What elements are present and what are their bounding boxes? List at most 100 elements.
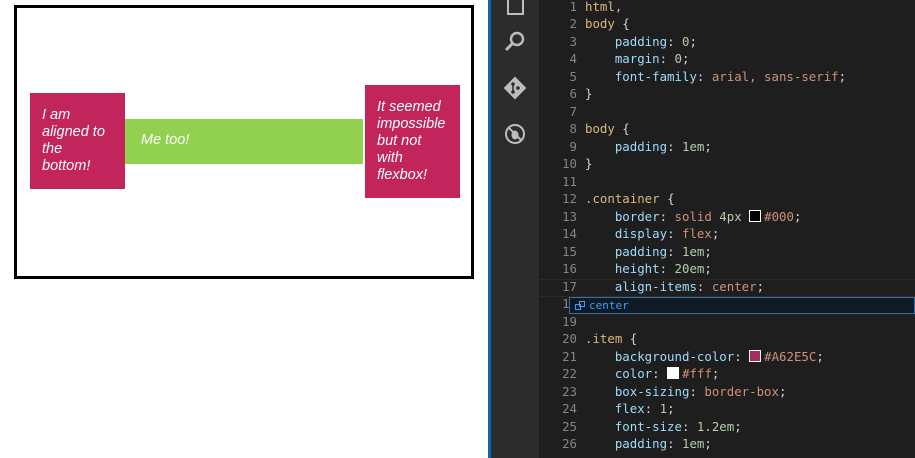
code-token: .item	[585, 331, 623, 346]
code-line[interactable]: 1 html,	[539, 0, 915, 15]
code-token: :	[681, 418, 697, 434]
debug-icon[interactable]	[501, 120, 529, 148]
flex-item-1: I am aligned to the bottom!	[30, 93, 125, 189]
code-line[interactable]: 20 .item {	[539, 330, 915, 348]
code-token: padding	[614, 243, 668, 259]
code-token: 0	[674, 51, 682, 66]
line-number: 14	[562, 226, 577, 241]
code-line[interactable]: 17 align-items: center;	[539, 278, 915, 296]
code-token: 1	[659, 401, 668, 416]
code-token: color	[614, 366, 653, 381]
code-line[interactable]: 15 padding: 1em;	[539, 243, 915, 261]
color-swatch[interactable]	[749, 349, 762, 362]
line-code: background-color: #A62E5C;	[585, 348, 824, 366]
code-line[interactable]: 24 flex: 1;	[539, 400, 915, 418]
code-line[interactable]: 14 display: flex;	[539, 225, 915, 243]
code-line[interactable]: 10}	[539, 155, 915, 173]
code-line[interactable]: 4 margin: 0;	[539, 50, 915, 68]
code-line[interactable]: 23 box-sizing: border-box;	[539, 383, 915, 401]
line-code: body {	[585, 120, 630, 138]
code-line[interactable]: 6}	[539, 85, 915, 103]
line-code: font-family: arial, sans-serif;	[585, 68, 846, 86]
code-token: 20em	[674, 261, 705, 276]
code-line[interactable]: 19	[539, 313, 915, 331]
code-line[interactable]: 22 color: #fff;	[539, 365, 915, 383]
line-code: padding: 1em;	[585, 138, 712, 156]
line-code: }	[585, 85, 592, 103]
code-token: 1em	[681, 243, 705, 259]
code-token: ;	[704, 138, 712, 154]
line-number: 9	[569, 138, 577, 154]
line-number: 3	[569, 33, 577, 49]
color-swatch[interactable]	[749, 209, 762, 222]
code-token: .container	[585, 191, 660, 206]
line-number: 10	[562, 156, 577, 171]
code-token: 1.2em	[696, 418, 735, 434]
code-token: :	[696, 68, 712, 84]
code-line[interactable]: 11	[539, 173, 915, 191]
line-number: 13	[562, 208, 577, 224]
code-line[interactable]: 8 body {	[539, 120, 915, 138]
line-code: padding: 1em;	[585, 435, 712, 453]
code-token: arial, sans-serif	[711, 68, 839, 84]
line-number: 24	[562, 401, 577, 416]
code-token: :	[644, 401, 660, 416]
code-line[interactable]: 25 font-size: 1.2em;	[539, 418, 915, 436]
code-line[interactable]: 7	[539, 103, 915, 121]
autocomplete-suggestion[interactable]: center	[569, 297, 915, 314]
code-token: box-sizing	[614, 383, 690, 399]
code-token: #A62E5C	[764, 348, 817, 364]
code-token: flex	[681, 226, 712, 241]
code-token: ;	[711, 366, 720, 381]
code-line[interactable]: 3 padding: 0;	[539, 33, 915, 51]
code-token: {	[614, 121, 630, 136]
code-token: :	[667, 436, 682, 451]
git-icon[interactable]	[501, 74, 529, 102]
line-number: 20	[562, 331, 577, 346]
line-number: 25	[562, 418, 577, 434]
code-token: :	[652, 366, 668, 381]
code-line[interactable]: 26 padding: 1em;	[539, 435, 915, 453]
code-token: padding	[614, 436, 668, 451]
code-line[interactable]: 5 font-family: arial, sans-serif;	[539, 68, 915, 86]
code-token: border-box	[704, 383, 779, 399]
code-token: border	[614, 208, 660, 224]
code-token: 4px	[719, 208, 750, 224]
code-line[interactable]: 2 body {	[539, 15, 915, 33]
line-code: padding: 1em;	[585, 243, 712, 261]
code-token: :	[667, 138, 682, 154]
code-token: flex	[614, 401, 645, 416]
code-line[interactable]: 12 .container {	[539, 190, 915, 208]
code-line[interactable]: 9 padding: 1em;	[539, 138, 915, 156]
files-icon[interactable]	[501, 0, 529, 18]
line-code: }	[585, 155, 592, 173]
line-code: body {	[585, 15, 630, 33]
code-token: display	[614, 226, 668, 241]
line-code: align-items: center;	[585, 278, 764, 296]
code-line[interactable]: 21 background-color: #A62E5C;	[539, 348, 915, 366]
line-code: display: flex;	[585, 225, 719, 243]
flex-item-3: It seemed impossible but not with flexbo…	[365, 85, 460, 198]
code-line[interactable]: 16 height: 20em;	[539, 260, 915, 278]
color-swatch[interactable]	[667, 367, 680, 379]
code-token: :	[696, 278, 712, 294]
code-token: }	[585, 86, 593, 101]
code-line[interactable]: 13 border: solid 4px #000;	[539, 208, 915, 226]
code-token: body	[585, 121, 615, 136]
code-token: :	[659, 51, 675, 66]
code-token: ;	[704, 243, 712, 259]
search-icon[interactable]	[501, 28, 529, 56]
code-editor[interactable]: 1 html, 2 body {3 padding: 0; 4 margin: 0; 5 …	[539, 0, 915, 458]
